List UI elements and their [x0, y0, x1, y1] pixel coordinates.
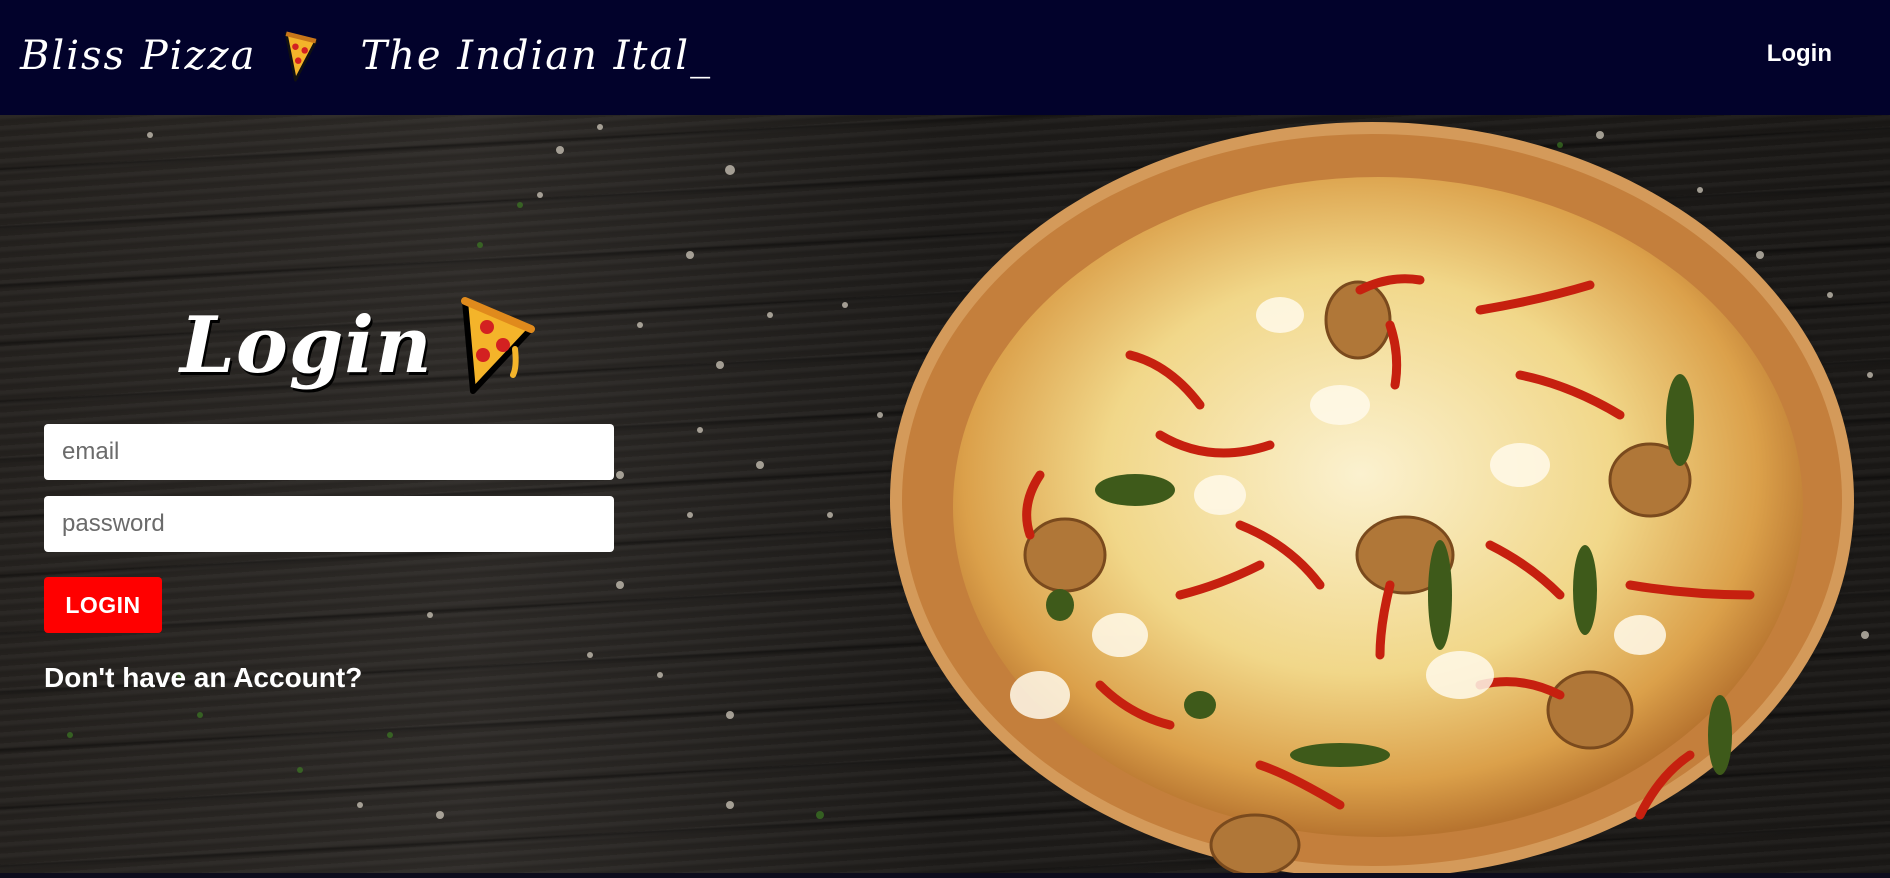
bottom-strip [0, 873, 1890, 878]
hero-section: Login LOGIN Don't have an Account? [0, 115, 1890, 878]
login-heading: Login [180, 293, 537, 397]
top-navbar: Bliss Pizza The Indian Ital_ Login [0, 0, 1890, 115]
password-input[interactable] [44, 496, 614, 552]
nav-login-link[interactable]: Login [1767, 40, 1832, 68]
brand-name: Bliss Pizza [20, 33, 257, 79]
login-button[interactable]: LOGIN [44, 577, 162, 633]
brand-tagline: The Indian Ital_ [360, 33, 713, 79]
brand[interactable]: Bliss Pizza The Indian Ital_ [20, 26, 712, 86]
pizza-slice-icon [285, 31, 318, 82]
email-input[interactable] [44, 424, 614, 480]
signup-link[interactable]: Don't have an Account? [44, 662, 362, 694]
pizza-slice-icon [460, 297, 535, 394]
login-title: Login [180, 299, 433, 391]
